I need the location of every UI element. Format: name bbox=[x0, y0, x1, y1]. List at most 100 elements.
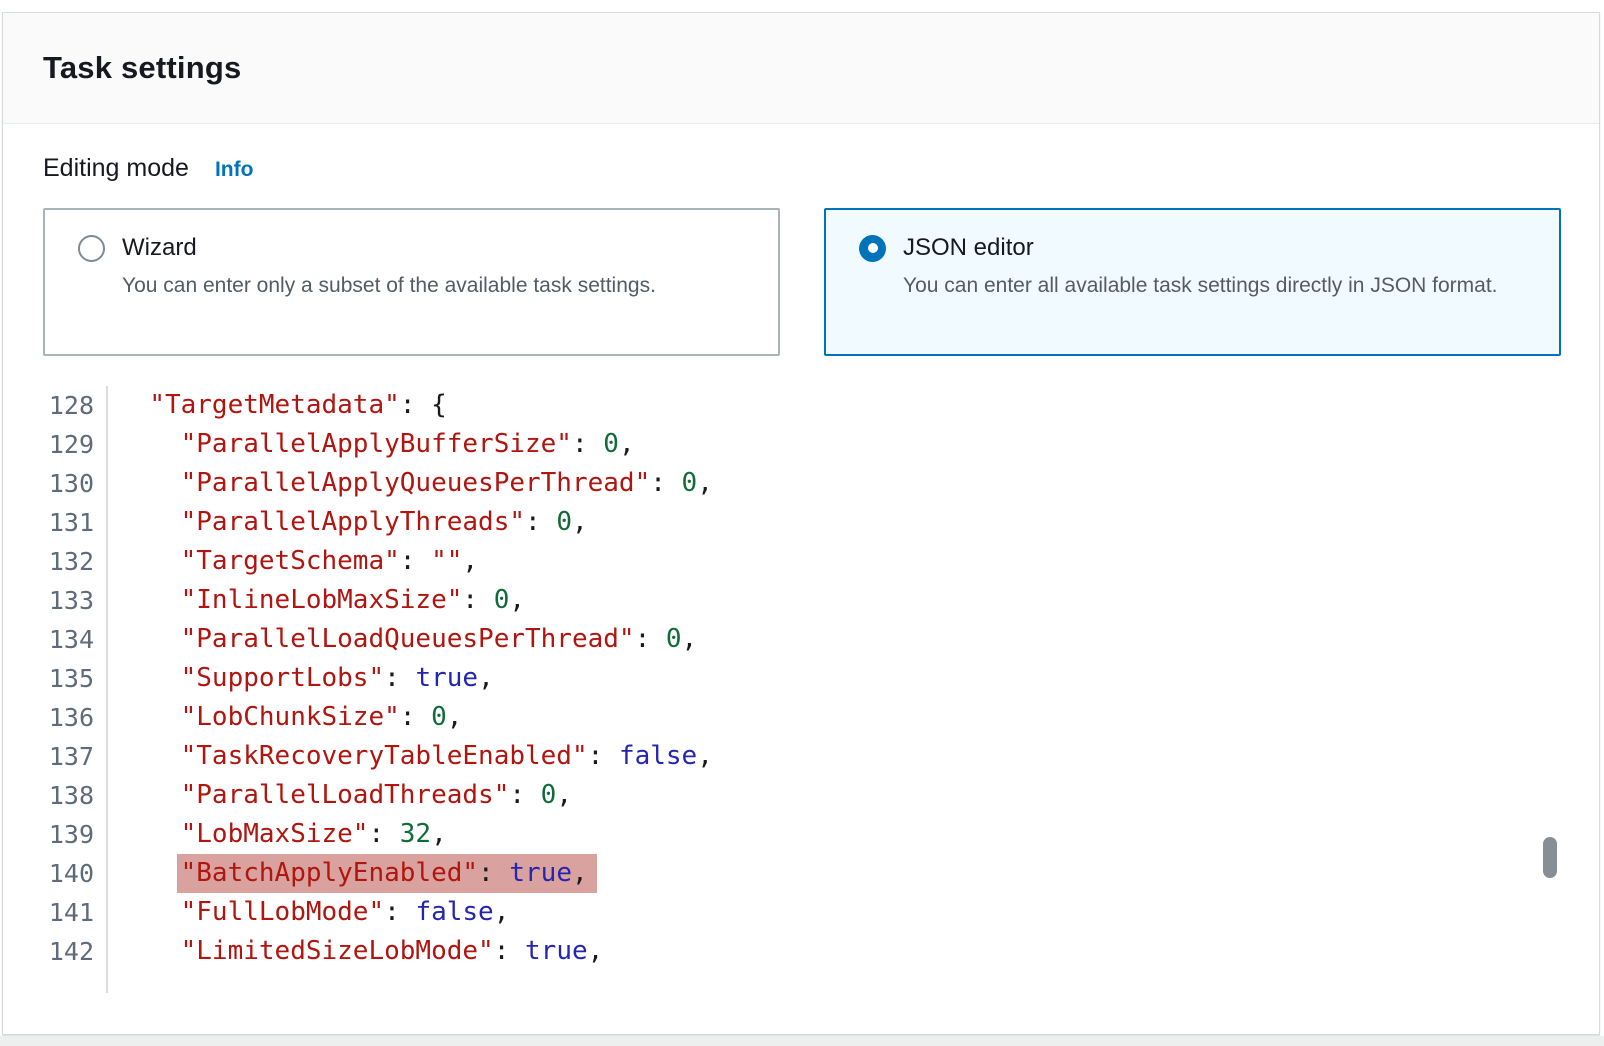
line-number: 142 bbox=[3, 932, 108, 971]
code-token-key: "BatchApplyEnabled" bbox=[181, 858, 478, 888]
scrollbar-thumb[interactable] bbox=[1543, 837, 1557, 878]
code-token-plain: , bbox=[431, 819, 447, 849]
code-token-plain: : bbox=[478, 858, 509, 888]
tile-json-editor-title: JSON editor bbox=[903, 234, 1034, 262]
code-token-key: "TargetSchema" bbox=[181, 546, 400, 576]
json-editor-radio-button[interactable] bbox=[859, 235, 886, 262]
panel-header: Task settings bbox=[3, 13, 1599, 124]
code-token-plain: , bbox=[478, 663, 494, 693]
code-token-key: "ParallelApplyThreads" bbox=[181, 507, 525, 537]
code-token-key: "LobMaxSize" bbox=[181, 819, 369, 849]
code-token-key: "TaskRecoveryTableEnabled" bbox=[181, 741, 588, 771]
line-number: 140 bbox=[3, 854, 108, 893]
tile-wizard-head: Wizard bbox=[78, 234, 754, 262]
code-line[interactable]: 138 "ParallelLoadThreads": 0, bbox=[3, 776, 1599, 815]
editing-mode-options: Wizard You can enter only a subset of th… bbox=[43, 208, 1561, 356]
line-number: 139 bbox=[3, 815, 108, 854]
tile-json-editor[interactable]: JSON editor You can enter all available … bbox=[824, 208, 1561, 356]
code-token-number: 0 bbox=[556, 507, 572, 537]
code-line[interactable]: 128 "TargetMetadata": { bbox=[3, 386, 1599, 425]
line-number: 138 bbox=[3, 776, 108, 815]
code-token-plain: : bbox=[509, 780, 540, 810]
code-token-key: "SupportLobs" bbox=[181, 663, 385, 693]
code-token-plain: , bbox=[619, 429, 635, 459]
code-line[interactable]: 140 "BatchApplyEnabled": true, bbox=[3, 854, 1599, 893]
task-settings-panel: Task settings Editing mode Info Wizard Y… bbox=[2, 12, 1600, 1035]
page-background-strip bbox=[0, 1036, 1604, 1046]
code-line[interactable]: 136 "LobChunkSize": 0, bbox=[3, 698, 1599, 737]
code-line[interactable]: 129 "ParallelApplyBufferSize": 0, bbox=[3, 425, 1599, 464]
code-token-key: "ParallelLoadQueuesPerThread" bbox=[181, 624, 635, 654]
code-line[interactable]: 141 "FullLobMode": false, bbox=[3, 893, 1599, 932]
tile-wizard[interactable]: Wizard You can enter only a subset of th… bbox=[43, 208, 780, 356]
code-line[interactable]: 132 "TargetSchema": "", bbox=[3, 542, 1599, 581]
code-token-plain: : bbox=[400, 546, 431, 576]
code-token-plain: : bbox=[525, 507, 556, 537]
code-text: "ParallelLoadThreads": 0, bbox=[108, 776, 572, 815]
code-token-number: 0 bbox=[494, 585, 510, 615]
code-text: "TaskRecoveryTableEnabled": false, bbox=[108, 737, 713, 776]
code-text: "LobMaxSize": 32, bbox=[108, 815, 447, 854]
code-token-boolean: true bbox=[509, 858, 572, 888]
code-text: "BatchApplyEnabled": true, bbox=[108, 854, 597, 893]
code-token-boolean: false bbox=[415, 897, 493, 927]
code-token-key: "ParallelApplyQueuesPerThread" bbox=[181, 468, 651, 498]
code-token-plain: , bbox=[697, 741, 713, 771]
info-link[interactable]: Info bbox=[215, 158, 253, 182]
code-line[interactable]: 131 "ParallelApplyThreads": 0, bbox=[3, 503, 1599, 542]
code-token-plain: , bbox=[494, 897, 510, 927]
code-text: "ParallelApplyQueuesPerThread": 0, bbox=[108, 464, 713, 503]
code-text: "LimitedSizeLobMode": true, bbox=[108, 932, 603, 971]
code-line[interactable]: 142 "LimitedSizeLobMode": true, bbox=[3, 932, 1599, 971]
code-line-spacer bbox=[3, 971, 1599, 993]
code-token-key: "TargetMetadata" bbox=[149, 390, 399, 420]
code-token-plain: : bbox=[588, 741, 619, 771]
code-token-key: "ParallelLoadThreads" bbox=[181, 780, 510, 810]
code-token-number: 0 bbox=[541, 780, 557, 810]
line-number-spacer bbox=[3, 971, 108, 993]
code-token-key: "InlineLobMaxSize" bbox=[181, 585, 463, 615]
code-token-number: 0 bbox=[431, 702, 447, 732]
code-line[interactable]: 135 "SupportLobs": true, bbox=[3, 659, 1599, 698]
line-number: 135 bbox=[3, 659, 108, 698]
code-token-plain: , bbox=[697, 468, 713, 498]
code-token-plain: : bbox=[462, 585, 493, 615]
panel-title: Task settings bbox=[43, 50, 241, 86]
code-token-boolean: true bbox=[525, 936, 588, 966]
code-token-string: "" bbox=[431, 546, 462, 576]
wizard-radio-button[interactable] bbox=[78, 235, 105, 262]
code-line[interactable]: 133 "InlineLobMaxSize": 0, bbox=[3, 581, 1599, 620]
code-line[interactable]: 139 "LobMaxSize": 32, bbox=[3, 815, 1599, 854]
code-token-plain: , bbox=[509, 585, 525, 615]
line-number: 128 bbox=[3, 386, 108, 425]
code-token-plain: { bbox=[431, 390, 447, 420]
tile-json-editor-description: You can enter all available task setting… bbox=[903, 270, 1503, 302]
code-token-number: 32 bbox=[400, 819, 431, 849]
code-line[interactable]: 137 "TaskRecoveryTableEnabled": false, bbox=[3, 737, 1599, 776]
match-highlight: "BatchApplyEnabled": true, bbox=[177, 854, 597, 893]
code-token-number: 0 bbox=[603, 429, 619, 459]
code-line[interactable]: 134 "ParallelLoadQueuesPerThread": 0, bbox=[3, 620, 1599, 659]
code-token-plain: , bbox=[572, 507, 588, 537]
code-token-plain: , bbox=[556, 780, 572, 810]
code-token-plain: : bbox=[635, 624, 666, 654]
code-text: "TargetMetadata": { bbox=[108, 386, 447, 425]
code-text: "ParallelLoadQueuesPerThread": 0, bbox=[108, 620, 697, 659]
code-text: "InlineLobMaxSize": 0, bbox=[108, 581, 525, 620]
code-text: "LobChunkSize": 0, bbox=[108, 698, 462, 737]
line-number: 132 bbox=[3, 542, 108, 581]
code-token-plain: : bbox=[572, 429, 603, 459]
code-token-key: "ParallelApplyBufferSize" bbox=[181, 429, 572, 459]
tile-wizard-title: Wizard bbox=[122, 234, 197, 262]
line-number: 131 bbox=[3, 503, 108, 542]
code-line[interactable]: 130 "ParallelApplyQueuesPerThread": 0, bbox=[3, 464, 1599, 503]
code-token-plain: , bbox=[447, 702, 463, 732]
code-token-plain: : bbox=[400, 390, 431, 420]
code-token-plain: , bbox=[572, 858, 588, 888]
code-token-number: 0 bbox=[666, 624, 682, 654]
code-editor[interactable]: 128 "TargetMetadata": {129 "ParallelAppl… bbox=[3, 386, 1599, 993]
panel-body: Editing mode Info Wizard You can enter o… bbox=[3, 124, 1599, 356]
page: Task settings Editing mode Info Wizard Y… bbox=[0, 0, 1604, 1046]
line-number: 129 bbox=[3, 425, 108, 464]
editing-mode-label: Editing mode bbox=[43, 154, 189, 183]
